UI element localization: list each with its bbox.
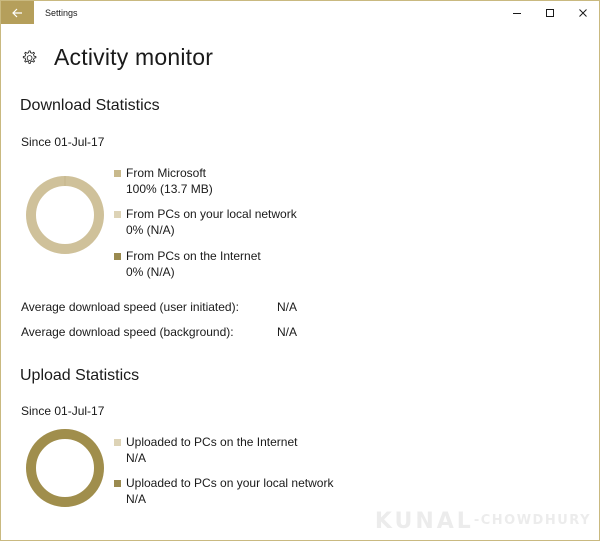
upload-legend-local-network: Uploaded to PCs on your local network N/…: [114, 475, 333, 507]
avg-download-speed-user-value: N/A: [277, 300, 298, 314]
legend-value: 100% (13.7 MB): [126, 182, 213, 196]
page-content: Activity monitor Download Statistics Sin…: [1, 24, 599, 540]
legend-value: 0% (N/A): [126, 265, 175, 279]
download-legend-internet: From PCs on the Internet 0% (N/A): [114, 248, 261, 280]
legend-swatch: [114, 170, 121, 177]
window-controls: [500, 1, 599, 24]
legend-label: Uploaded to PCs on the Internet: [126, 435, 298, 449]
minimize-icon: [512, 12, 521, 14]
legend-label: Uploaded to PCs on your local network: [126, 476, 334, 490]
close-icon: [578, 8, 587, 17]
legend-label: From Microsoft: [126, 166, 207, 180]
download-ring-from-microsoft: [26, 176, 104, 254]
download-legend-microsoft: From Microsoft 100% (13.7 MB): [114, 165, 213, 197]
avg-download-speed-background-value: N/A: [277, 325, 298, 339]
upload-legend-internet: Uploaded to PCs on the Internet N/A: [114, 434, 297, 466]
legend-label: From PCs on the Internet: [126, 249, 261, 263]
legend-label: From PCs on your local network: [126, 207, 297, 221]
window-title: Settings: [45, 7, 78, 18]
maximize-icon: [545, 8, 554, 17]
download-legend-local-network: From PCs on your local network 0% (N/A): [114, 206, 297, 238]
back-button[interactable]: [1, 1, 34, 24]
legend-value: 0% (N/A): [126, 223, 175, 237]
page-header: Activity monitor: [20, 44, 213, 71]
legend-swatch: [114, 480, 121, 487]
upload-ring: [26, 429, 104, 507]
legend-value: N/A: [126, 492, 147, 506]
settings-window: Settings Activity monitor Download Stati…: [0, 0, 600, 541]
download-since-label: Since 01-Jul-17: [21, 135, 105, 149]
back-arrow-icon: [12, 8, 22, 17]
title-bar: Settings: [1, 1, 599, 24]
maximize-button[interactable]: [533, 1, 566, 24]
download-sources-donut: [26, 176, 104, 254]
legend-swatch: [114, 439, 121, 446]
upload-since-label: Since 01-Jul-17: [21, 404, 105, 418]
legend-swatch: [114, 253, 121, 260]
legend-value: N/A: [126, 451, 147, 465]
avg-download-speed-user-label: Average download speed (user initiated):: [21, 300, 239, 314]
gear-icon: [22, 49, 37, 64]
download-section-title: Download Statistics: [20, 97, 160, 114]
upload-section-title: Upload Statistics: [20, 367, 140, 384]
minimize-button[interactable]: [500, 1, 533, 24]
legend-swatch: [114, 211, 121, 218]
page-title: Activity monitor: [54, 44, 214, 70]
avg-download-speed-background-label: Average download speed (background):: [21, 325, 234, 339]
upload-targets-donut: [26, 429, 104, 507]
watermark-logo: KUNAL-CHOWDHURY: [374, 509, 591, 534]
close-button[interactable]: [566, 1, 599, 24]
